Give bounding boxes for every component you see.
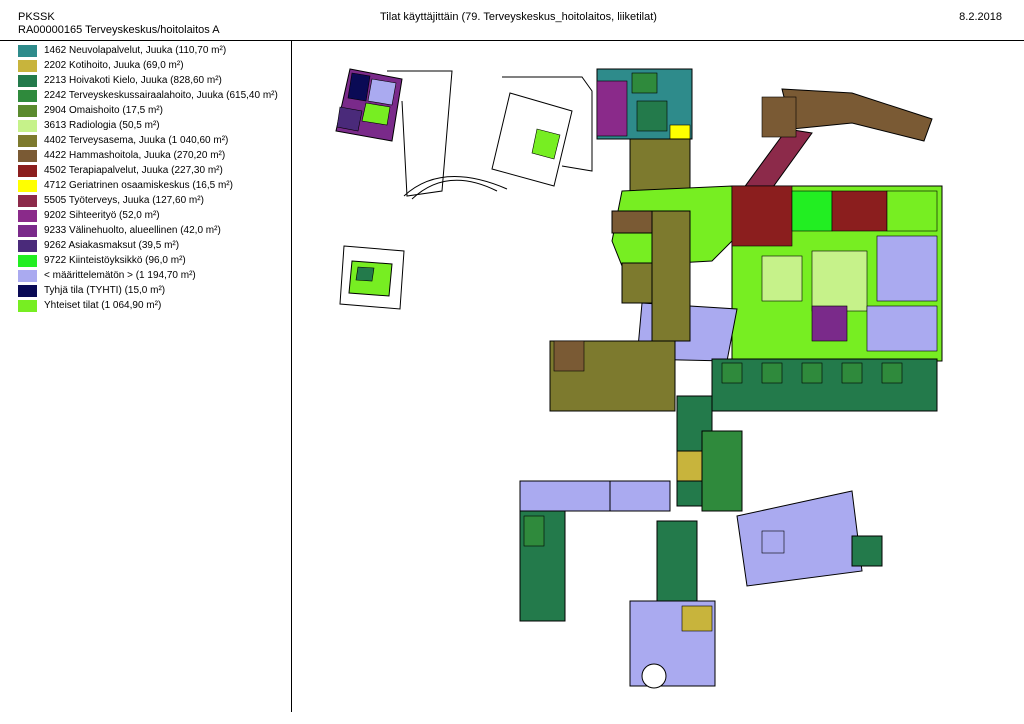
- legend-label: Yhteiset tilat (1 064,90 m²): [44, 300, 162, 311]
- legend-swatch: [18, 104, 37, 117]
- legend-swatch: [18, 164, 37, 177]
- southeast-wing: [736, 490, 883, 587]
- legend-swatch: [18, 134, 37, 147]
- legend-label: 9202 Sihteerityö (52,0 m²): [44, 210, 160, 221]
- legend-label: 4502 Terapiapalvelut, Juuka (227,30 m²): [44, 165, 223, 176]
- legend-label: 4422 Hammashoitola, Juuka (270,20 m²): [44, 150, 226, 161]
- east-wing: [711, 358, 938, 412]
- report-date: 8.2.2018: [959, 11, 1002, 23]
- legend-label: < määrittelemätön > (1 194,70 m²): [44, 270, 196, 281]
- legend-label: 2202 Kotihoito, Juuka (69,0 m²): [44, 60, 184, 71]
- legend-swatch: [18, 179, 37, 192]
- legend-swatch: [18, 59, 37, 72]
- floor-plan: [292, 41, 1024, 713]
- legend-item: 9233 Välinehuolto, alueellinen (42,0 m²): [18, 223, 288, 238]
- annex-building-west: [339, 245, 405, 310]
- legend-label: 4402 Terveysasema, Juuka (1 040,60 m²): [44, 135, 229, 146]
- legend-label: 9722 Kiinteistöyksikkö (96,0 m²): [44, 255, 186, 266]
- legend-swatch: [18, 224, 37, 237]
- legend-item: 9262 Asiakasmaksut (39,5 m²): [18, 238, 288, 253]
- legend-label: Tyhjä tila (TYHTI) (15,0 m²): [44, 285, 166, 296]
- legend-item: 1462 Neuvolapalvelut, Juuka (110,70 m²): [18, 43, 288, 58]
- legend-item: 3613 Radiologia (50,5 m²): [18, 118, 288, 133]
- legend-item: 9202 Sihteerityö (52,0 m²): [18, 208, 288, 223]
- legend-label: 4712 Geriatrinen osaamiskeskus (16,5 m²): [44, 180, 233, 191]
- legend-item: 4502 Terapiapalvelut, Juuka (227,30 m²): [18, 163, 288, 178]
- property-code: RA00000165 Terveyskeskus/hoitolaitos A: [18, 24, 220, 36]
- legend-item: 2202 Kotihoito, Juuka (69,0 m²): [18, 58, 288, 73]
- legend-item: 5505 Työterveys, Juuka (127,60 m²): [18, 193, 288, 208]
- legend-label: 2242 Terveyskeskussairaalahoito, Juuka (…: [44, 90, 278, 101]
- legend-item: 4402 Terveysasema, Juuka (1 040,60 m²): [18, 133, 288, 148]
- site-outline-sketch: [387, 70, 593, 200]
- southwest-wing: [519, 480, 671, 622]
- legend-label: 1462 Neuvolapalvelut, Juuka (110,70 m²): [44, 45, 227, 56]
- legend-label: 5505 Työterveys, Juuka (127,60 m²): [44, 195, 204, 206]
- legend-label: 9233 Välinehuolto, alueellinen (42,0 m²): [44, 225, 221, 236]
- legend: 1462 Neuvolapalvelut, Juuka (110,70 m²) 2…: [18, 43, 288, 313]
- south-corridor: [676, 395, 743, 512]
- legend-item: Yhteiset tilat (1 064,90 m²): [18, 298, 288, 313]
- legend-swatch: [18, 74, 37, 87]
- legend-swatch: [18, 119, 37, 132]
- legend-item: Tyhjä tila (TYHTI) (15,0 m²): [18, 283, 288, 298]
- legend-swatch: [18, 209, 37, 222]
- legend-swatch: [18, 149, 37, 162]
- legend-swatch: [18, 299, 37, 312]
- legend-item: 2242 Terveyskeskussairaalahoito, Juuka (…: [18, 88, 288, 103]
- annex-building-northwest: [335, 68, 403, 142]
- map-title: Tilat käyttäjittäin (79. Terveyskeskus_h…: [380, 11, 657, 23]
- south-wing: [629, 520, 716, 689]
- legend-item: 9722 Kiinteistöyksikkö (96,0 m²): [18, 253, 288, 268]
- legend-item: 4712 Geriatrinen osaamiskeskus (16,5 m²): [18, 178, 288, 193]
- legend-swatch: [18, 89, 37, 102]
- legend-swatch: [18, 284, 37, 297]
- legend-swatch: [18, 44, 37, 57]
- legend-swatch: [18, 194, 37, 207]
- legend-item: 2213 Hoivakoti Kielo, Juuka (828,60 m²): [18, 73, 288, 88]
- legend-swatch: [18, 269, 37, 282]
- legend-label: 9262 Asiakasmaksut (39,5 m²): [44, 240, 180, 251]
- legend-swatch: [18, 239, 37, 252]
- legend-label: 3613 Radiologia (50,5 m²): [44, 120, 160, 131]
- legend-label: 2904 Omaishoito (17,5 m²): [44, 105, 163, 116]
- legend-item: 4422 Hammashoitola, Juuka (270,20 m²): [18, 148, 288, 163]
- legend-label: 2213 Hoivakoti Kielo, Juuka (828,60 m²): [44, 75, 222, 86]
- legend-item: < määrittelemätön > (1 194,70 m²): [18, 268, 288, 283]
- organization-name: PKSSK: [18, 11, 55, 23]
- legend-item: 2904 Omaishoito (17,5 m²): [18, 103, 288, 118]
- legend-swatch: [18, 254, 37, 267]
